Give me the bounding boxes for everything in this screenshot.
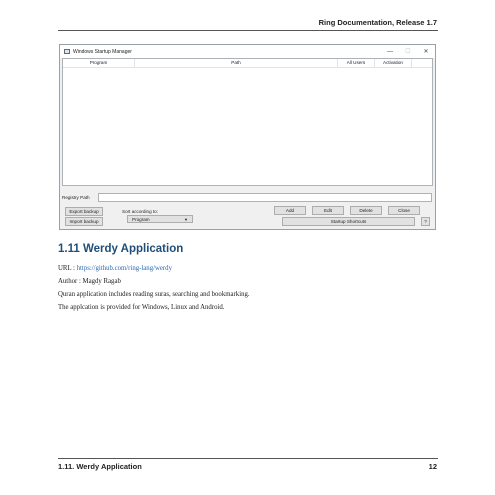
close-button[interactable]: Close	[388, 206, 420, 215]
column-path[interactable]: Path	[135, 59, 338, 67]
header-divider	[58, 30, 438, 31]
help-button[interactable]: ?	[421, 217, 430, 226]
window-title: Windows Startup Manager	[73, 48, 132, 55]
description-line-2: The applcation is provided for Windows, …	[58, 304, 225, 311]
column-program[interactable]: Program	[63, 59, 135, 67]
add-button[interactable]: Add	[274, 206, 306, 215]
delete-button[interactable]: Delete	[350, 206, 382, 215]
sort-selected-value: Program	[132, 217, 150, 222]
startup-manager-window: Windows Startup Manager — ☐ ✕ Program Pa…	[59, 44, 436, 230]
export-backup-button[interactable]: Export backup	[65, 207, 103, 216]
minimize-icon[interactable]: —	[381, 49, 399, 55]
column-activation[interactable]: Activation	[375, 59, 412, 67]
import-backup-button[interactable]: Import backup	[65, 217, 103, 226]
werdy-url-link[interactable]: https://github.com/ring-lang/werdy	[77, 265, 172, 272]
author-line: Author : Magdy Ragab	[58, 278, 121, 285]
edit-button[interactable]: Edit	[312, 206, 344, 215]
page-header: Ring Documentation, Release 1.7	[318, 18, 437, 27]
registry-path-row: Registry Path	[62, 193, 432, 202]
footer-section: 1.11. Werdy Application	[58, 462, 142, 471]
startup-shortcuts-button[interactable]: Startup Shortcuts	[282, 217, 415, 226]
sort-select[interactable]: Program ▼	[127, 215, 193, 223]
url-label: URL :	[58, 265, 77, 272]
url-line: URL : https://github.com/ring-lang/werdy	[58, 265, 172, 272]
footer-divider	[58, 458, 438, 459]
column-all-users[interactable]: All Users	[338, 59, 375, 67]
maximize-icon[interactable]: ☐	[399, 48, 417, 55]
sort-label: Sort according to:	[122, 209, 159, 214]
page-number: 12	[428, 462, 437, 471]
registry-path-label: Registry Path	[62, 195, 90, 200]
close-icon[interactable]: ✕	[417, 48, 435, 55]
section-title: 1.11 Werdy Application	[58, 243, 184, 255]
registry-path-input[interactable]	[98, 193, 432, 202]
programs-list[interactable]: Program Path All Users Activation	[62, 58, 433, 186]
list-header: Program Path All Users Activation	[63, 59, 432, 68]
description-line-1: Quran application includes reading suras…	[58, 291, 250, 298]
chevron-down-icon: ▼	[184, 217, 188, 222]
window-titlebar: Windows Startup Manager — ☐ ✕	[60, 45, 435, 58]
app-window-icon	[64, 49, 70, 54]
